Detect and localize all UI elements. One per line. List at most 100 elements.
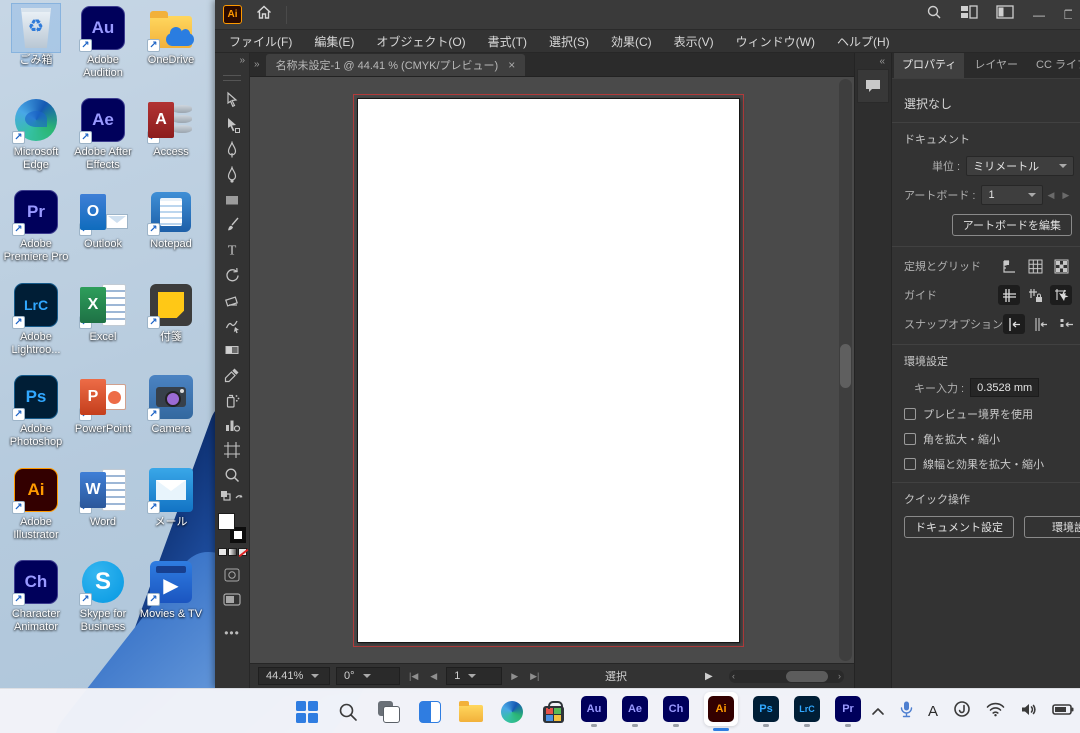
first-artboard-button[interactable]: |◀ — [406, 671, 421, 682]
checkbox-icon[interactable] — [904, 458, 916, 470]
desktop-icon-outlook[interactable]: O↗ Outlook — [69, 188, 137, 251]
last-artboard-button[interactable]: ▶| — [527, 671, 542, 682]
key-input-field[interactable]: 0.3528 mm — [970, 378, 1039, 397]
minimize-button[interactable]: — — [1032, 8, 1046, 22]
symbol-sprayer-tool[interactable] — [219, 387, 245, 412]
taskbar-photoshop[interactable]: Ps — [752, 696, 780, 727]
pen-tool[interactable] — [219, 137, 245, 162]
comments-panel-button[interactable] — [857, 69, 889, 103]
toolbar-grip[interactable] — [223, 75, 241, 81]
horizontal-scrollbar[interactable]: ‹ › — [729, 670, 844, 683]
edit-toolbar-button[interactable]: ••• — [224, 626, 240, 640]
zoom-level-field[interactable]: 44.41% — [258, 667, 330, 685]
selection-tool[interactable] — [219, 87, 245, 112]
menu-type[interactable]: 書式(T) — [488, 33, 527, 50]
desktop-icon-adobe-audition[interactable]: Au↗ Adobe Audition — [69, 4, 137, 80]
menu-help[interactable]: ヘルプ(H) — [837, 33, 890, 50]
show-rulers-button[interactable] — [998, 256, 1020, 276]
taskbar-search-button[interactable] — [334, 701, 362, 723]
microsoft-store-button[interactable] — [539, 701, 567, 723]
horizontal-scrollbar-thumb[interactable] — [786, 671, 828, 682]
workspace-switcher-icon[interactable] — [960, 5, 978, 24]
none-swatch-button[interactable] — [238, 548, 247, 556]
smart-guides-button[interactable] — [1050, 285, 1072, 305]
menu-view[interactable]: 表示(V) — [674, 33, 714, 50]
close-tab-icon[interactable]: × — [508, 58, 515, 72]
desktop-icon-lightroom-classic[interactable]: LrC↗ Adobe Lightroo... — [2, 281, 70, 357]
menu-select[interactable]: 選択(S) — [549, 33, 589, 50]
zoom-tool[interactable] — [219, 462, 245, 487]
type-tool[interactable]: T — [219, 237, 245, 262]
snap-to-point-button[interactable] — [1003, 314, 1025, 334]
ime-input-mode-indicator[interactable]: A — [928, 703, 938, 720]
menu-edit[interactable]: 編集(E) — [314, 33, 354, 50]
taskbar-audition[interactable]: Au — [580, 696, 608, 727]
edge-taskbar-button[interactable] — [498, 701, 526, 723]
tab-overflow-icon[interactable]: » — [250, 59, 266, 76]
eraser-tool[interactable] — [219, 287, 245, 312]
task-view-button[interactable] — [375, 701, 403, 723]
desktop-icon-powerpoint[interactable]: P↗ PowerPoint — [69, 373, 137, 436]
maximize-button[interactable]: ❒ — [1064, 8, 1072, 22]
desktop-icon-sticky-notes[interactable]: ↗ 付箋 — [137, 281, 205, 344]
tray-overflow-chevron-icon[interactable] — [871, 703, 885, 721]
curvature-tool[interactable] — [219, 162, 245, 187]
checkbox-icon[interactable] — [904, 408, 916, 420]
home-icon[interactable] — [256, 5, 272, 25]
rotate-tool[interactable] — [219, 262, 245, 287]
start-button[interactable] — [293, 701, 321, 723]
gradient-swatch-button[interactable] — [228, 548, 237, 556]
document-tab[interactable]: 名称未設定-1 @ 44.41 % (CMYK/プレビュー) × — [266, 54, 526, 76]
desktop-icon-skype-for-business[interactable]: S↗ Skype for Business — [69, 558, 137, 634]
taskbar-lightroom-classic[interactable]: LrC — [793, 696, 821, 727]
ime-mode-icon[interactable] — [953, 700, 971, 723]
widgets-button[interactable] — [416, 701, 444, 723]
direct-selection-tool[interactable] — [219, 112, 245, 137]
arrange-documents-icon[interactable] — [996, 5, 1014, 24]
paintbrush-tool[interactable] — [219, 212, 245, 237]
previous-artboard-icon[interactable]: ◀ — [1043, 190, 1058, 201]
menu-effect[interactable]: 効果(C) — [611, 33, 652, 50]
taskbar-premiere-pro[interactable]: Pr — [834, 696, 862, 727]
desktop-icon-access[interactable]: A↗ Access — [137, 96, 205, 159]
menu-object[interactable]: オブジェクト(O) — [376, 33, 465, 50]
artboard-dropdown[interactable]: 1 — [981, 185, 1043, 205]
desktop-icon-illustrator[interactable]: Ai↗ Adobe Illustrator — [2, 466, 70, 542]
next-artboard-button[interactable]: ▶ — [508, 671, 521, 682]
desktop-icon-microsoft-edge[interactable]: ↗ Microsoft Edge — [2, 96, 70, 172]
desktop-icon-word[interactable]: W↗ Word — [69, 466, 137, 529]
tab-properties[interactable]: プロパティ — [894, 53, 964, 78]
show-grid-button[interactable] — [1024, 256, 1046, 276]
show-transparency-grid-button[interactable] — [1050, 256, 1072, 276]
volume-icon[interactable] — [1020, 702, 1037, 722]
rotation-field[interactable]: 0° — [336, 667, 400, 685]
eyedropper-tool[interactable] — [219, 362, 245, 387]
desktop-icon-excel[interactable]: X↗ Excel — [69, 281, 137, 344]
taskbar-illustrator-active[interactable]: Ai — [703, 692, 739, 731]
taskbar-character-animator[interactable]: Ch — [662, 696, 690, 727]
artboard[interactable] — [357, 98, 740, 643]
wifi-icon[interactable] — [986, 702, 1005, 722]
file-explorer-button[interactable] — [457, 701, 485, 722]
desktop-icon-premiere-pro[interactable]: Pr↗ Adobe Premiere Pro — [2, 188, 70, 264]
scroll-right-icon[interactable]: › — [835, 671, 844, 681]
desktop-icon-mail[interactable]: ↗ メール — [137, 466, 205, 529]
desktop-icon-movies-tv[interactable]: ▶↗ Movies & TV — [137, 558, 205, 621]
preferences-button[interactable]: 環境設定 — [1024, 516, 1080, 538]
artboard-navigation-field[interactable]: 1 — [446, 667, 502, 685]
desktop-icon-recycle-bin[interactable]: ごみ箱 — [2, 4, 70, 67]
menu-file[interactable]: ファイル(F) — [229, 33, 292, 50]
desktop-icon-notepad[interactable]: ↗ Notepad — [137, 188, 205, 251]
color-swatch-button[interactable] — [218, 548, 227, 556]
menu-window[interactable]: ウィンドウ(W) — [736, 33, 815, 50]
canvas[interactable] — [250, 77, 854, 663]
tab-layers[interactable]: レイヤー — [966, 53, 1026, 78]
preview-bounds-option[interactable]: プレビュー境界を使用 — [904, 406, 1080, 422]
scroll-left-icon[interactable]: ‹ — [729, 671, 738, 681]
document-setup-button[interactable]: ドキュメント設定 — [904, 516, 1014, 538]
gradient-tool[interactable] — [219, 337, 245, 362]
previous-artboard-button[interactable]: ◀ — [427, 671, 440, 682]
snap-to-pixel-button[interactable] — [1055, 314, 1077, 334]
status-display[interactable]: 選択 — [605, 668, 627, 684]
snap-to-grid-button[interactable] — [1029, 314, 1051, 334]
